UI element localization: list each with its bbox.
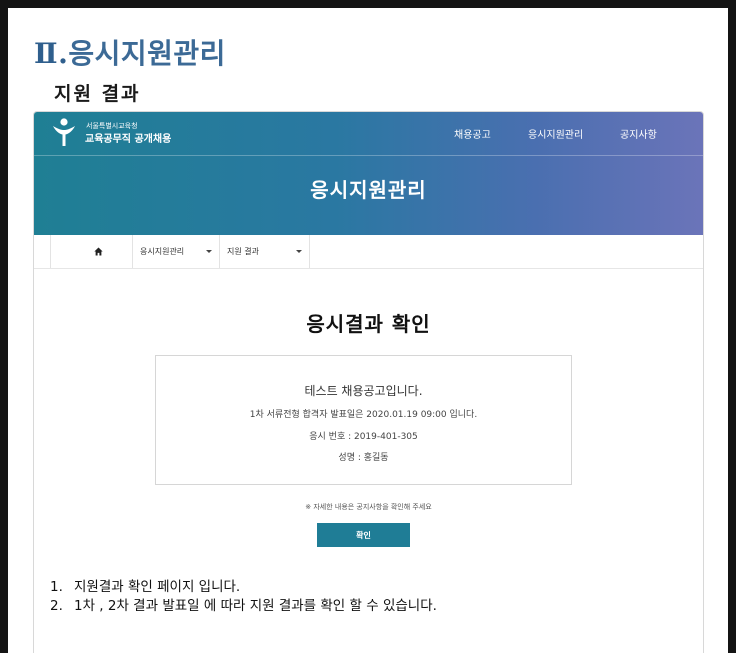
- breadcrumb-dropdown-application-result[interactable]: 지원 결과: [219, 235, 310, 268]
- section-numeral: Ⅱ.: [34, 37, 69, 70]
- breadcrumb-label: 지원 결과: [227, 247, 259, 256]
- top-navigation-bar: 서울특별시교육청 교육공무직 공개채용 채용공고 응시지원관리 공지사항: [34, 112, 703, 156]
- breadcrumb-label: 응시지원관리: [140, 247, 185, 256]
- confirm-button[interactable]: 확인: [317, 523, 410, 547]
- list-item: 1. 지원결과 확인 페이지 입니다.: [50, 579, 241, 595]
- breadcrumb-dropdown-application-management[interactable]: 응시지원관리: [132, 235, 220, 268]
- posting-title: 테스트 채용공고입니다.: [304, 384, 423, 398]
- hero-title: 응시지원관리: [310, 178, 427, 202]
- chevron-down-icon: [296, 250, 302, 253]
- footnote-text: ※ 자세한 내용은 공지사항을 확인해 주세요: [305, 503, 432, 511]
- result-info-box: 테스트 채용공고입니다. 1차 서류전형 합격자 발표일은 2020.01.19…: [155, 355, 572, 485]
- subsection-title: 지원 결과: [54, 83, 141, 105]
- nav-item-application-management[interactable]: 응시지원관리: [528, 126, 583, 141]
- announcement-date: 1차 서류전형 합격자 발표일은 2020.01.19 09:00 입니다.: [249, 410, 478, 420]
- applicant-name: 성명 : 홍길동: [338, 453, 389, 463]
- document-page: Ⅱ.응시지원관리 지원 결과 서울특별시교육청 교육공무직 공개채용 채용공고 …: [8, 8, 728, 653]
- site-header: 서울특별시교육청 교육공무직 공개채용 채용공고 응시지원관리 공지사항 응시지…: [34, 112, 703, 235]
- exam-number: 응시 번호 : 2019-401-305: [309, 432, 418, 442]
- brand-site-name[interactable]: 교육공무직 공개채용: [85, 130, 171, 145]
- list-item: 2. 1차 , 2차 결과 발표일 에 따라 지원 결과를 확인 할 수 있습니다…: [50, 598, 437, 614]
- page-title: 응시결과 확인: [306, 312, 431, 336]
- nav-item-notices[interactable]: 공지사항: [620, 126, 657, 141]
- breadcrumb-spacer: [34, 235, 51, 268]
- breadcrumb: 응시지원관리 지원 결과: [34, 235, 703, 269]
- home-icon: [94, 247, 103, 256]
- explanation-list: 1. 지원결과 확인 페이지 입니다. 2. 1차 , 2차 결과 발표일 에 따라…: [50, 578, 437, 616]
- screenshot-frame: 서울특별시교육청 교육공무직 공개채용 채용공고 응시지원관리 공지사항 응시지…: [33, 111, 704, 653]
- nav-item-job-postings[interactable]: 채용공고: [454, 126, 491, 141]
- section-heading: Ⅱ.응시지원관리: [34, 32, 226, 72]
- section-title-text: 응시지원관리: [68, 37, 226, 70]
- chevron-down-icon: [206, 250, 212, 253]
- education-office-logo-icon[interactable]: [50, 117, 78, 147]
- breadcrumb-home[interactable]: [50, 235, 133, 268]
